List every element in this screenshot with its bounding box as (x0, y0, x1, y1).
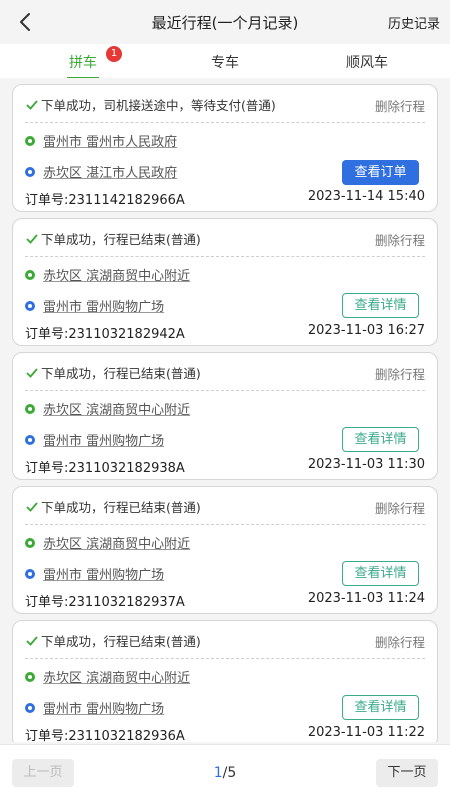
pickup-location: 赤坎区 滨湖商贸中心附近 (25, 265, 190, 284)
delete-trip-button[interactable]: 删除行程 (375, 632, 425, 651)
trip-card: 下单成功，行程已结束(普通) 删除行程 赤坎区 滨湖商贸中心附近 雷州市 雷州购… (12, 218, 438, 346)
view-details-button[interactable]: 查看详情 (342, 695, 419, 720)
check-icon (26, 635, 38, 646)
order-number: 订单号:2311032182938A (25, 461, 185, 476)
trip-card: 下单成功，司机接送途中，等待支付(普通) 删除行程 雷州市 雷州市人民政府 赤坎… (12, 84, 438, 212)
trip-time: 2023-11-03 11:24 (307, 591, 425, 606)
pickup-dot-icon (25, 403, 35, 414)
pickup-dot-icon (25, 671, 35, 682)
view-details-button[interactable]: 查看详情 (342, 561, 419, 586)
dropoff-text[interactable]: 赤坎区 湛江市人民政府 (43, 162, 177, 181)
trip-status-text: 下单成功，司机接送途中，等待支付(普通) (41, 98, 276, 113)
order-number: 订单号:2311142182966A (25, 193, 185, 208)
pickup-text[interactable]: 赤坎区 滨湖商贸中心附近 (43, 399, 190, 418)
dropoff-text[interactable]: 雷州市 雷州购物广场 (43, 698, 164, 717)
tab-hitch-ride[interactable]: 顺风车 (327, 52, 407, 72)
tab-carpool-badge: 1 (106, 46, 122, 62)
trip-time: 2023-11-03 11:30 (307, 457, 425, 472)
divider (25, 658, 425, 659)
trip-list[interactable]: 下单成功，司机接送途中，等待支付(普通) 删除行程 雷州市 雷州市人民政府 赤坎… (0, 78, 450, 742)
dropoff-text[interactable]: 雷州市 雷州购物广场 (43, 564, 164, 583)
pickup-location: 雷州市 雷州市人民政府 (25, 131, 177, 150)
total-pages: 5 (227, 765, 237, 781)
trip-time: 2023-11-03 11:22 (307, 725, 425, 740)
delete-trip-button[interactable]: 删除行程 (375, 498, 425, 517)
view-details-button[interactable]: 查看详情 (342, 427, 419, 452)
tab-bar: 拼车 专车 顺风车 (0, 44, 450, 79)
pickup-dot-icon (25, 135, 35, 146)
dropoff-dot-icon (25, 434, 35, 445)
dropoff-dot-icon (25, 702, 35, 713)
trip-status-text: 下单成功，行程已结束(普通) (41, 634, 201, 649)
trip-card: 下单成功，行程已结束(普通) 删除行程 赤坎区 滨湖商贸中心附近 雷州市 雷州购… (12, 620, 438, 742)
divider (25, 390, 425, 391)
dropoff-location: 雷州市 雷州购物广场 (25, 698, 164, 717)
trip-card: 下单成功，行程已结束(普通) 删除行程 赤坎区 滨湖商贸中心附近 雷州市 雷州购… (12, 352, 438, 480)
page-title: 最近行程(一个月记录) (151, 14, 299, 32)
pickup-location: 赤坎区 滨湖商贸中心附近 (25, 667, 190, 686)
dropoff-location: 雷州市 雷州购物广场 (25, 296, 164, 315)
trip-status: 下单成功，行程已结束(普通) (25, 631, 201, 650)
trip-status: 下单成功，行程已结束(普通) (25, 363, 201, 382)
order-number: 订单号:2311032182936A (25, 729, 185, 742)
history-records-link[interactable]: 历史记录 (388, 13, 440, 32)
order-number: 订单号:2311032182937A (25, 595, 185, 610)
check-icon (26, 233, 38, 244)
trip-card: 下单成功，行程已结束(普通) 删除行程 赤坎区 滨湖商贸中心附近 雷州市 雷州购… (12, 486, 438, 614)
pickup-text[interactable]: 赤坎区 滨湖商贸中心附近 (43, 533, 190, 552)
pickup-dot-icon (25, 537, 35, 548)
view-order-button[interactable]: 查看订单 (342, 160, 419, 185)
trip-status: 下单成功，行程已结束(普通) (25, 229, 201, 248)
next-page-button[interactable]: 下一页 (376, 759, 438, 787)
tab-private-car[interactable]: 专车 (185, 52, 265, 72)
dropoff-dot-icon (25, 166, 35, 177)
pickup-text[interactable]: 赤坎区 滨湖商贸中心附近 (43, 265, 190, 284)
dropoff-location: 雷州市 雷州购物广场 (25, 564, 164, 583)
dropoff-dot-icon (25, 568, 35, 579)
pagination-bar: 上一页 1/5 下一页 (0, 744, 450, 800)
dropoff-text[interactable]: 雷州市 雷州购物广场 (43, 296, 164, 315)
pickup-dot-icon (25, 269, 35, 280)
order-number: 订单号:2311032182942A (25, 327, 185, 342)
pickup-location: 赤坎区 滨湖商贸中心附近 (25, 533, 190, 552)
dropoff-location: 赤坎区 湛江市人民政府 (25, 162, 177, 181)
trip-time: 2023-11-03 16:27 (307, 323, 425, 338)
divider (25, 256, 425, 257)
dropoff-location: 雷州市 雷州购物广场 (25, 430, 164, 449)
trip-status-text: 下单成功，行程已结束(普通) (41, 500, 201, 515)
trip-status: 下单成功，行程已结束(普通) (25, 497, 201, 516)
current-page: 1 (213, 765, 223, 781)
view-details-button[interactable]: 查看详情 (342, 293, 419, 318)
trip-status: 下单成功，司机接送途中，等待支付(普通) (25, 95, 276, 114)
trip-status-text: 下单成功，行程已结束(普通) (41, 232, 201, 247)
divider (25, 524, 425, 525)
check-icon (26, 501, 38, 512)
pickup-text[interactable]: 雷州市 雷州市人民政府 (43, 131, 177, 150)
divider (25, 122, 425, 123)
header-bar: 最近行程(一个月记录) 历史记录 (0, 0, 450, 44)
delete-trip-button[interactable]: 删除行程 (375, 364, 425, 383)
check-icon (26, 99, 38, 110)
delete-trip-button[interactable]: 删除行程 (375, 96, 425, 115)
trip-time: 2023-11-14 15:40 (307, 189, 425, 204)
delete-trip-button[interactable]: 删除行程 (375, 230, 425, 249)
dropoff-dot-icon (25, 300, 35, 311)
trip-status-text: 下单成功，行程已结束(普通) (41, 366, 201, 381)
pickup-location: 赤坎区 滨湖商贸中心附近 (25, 399, 190, 418)
pickup-text[interactable]: 赤坎区 滨湖商贸中心附近 (43, 667, 190, 686)
dropoff-text[interactable]: 雷州市 雷州购物广场 (43, 430, 164, 449)
check-icon (26, 367, 38, 378)
